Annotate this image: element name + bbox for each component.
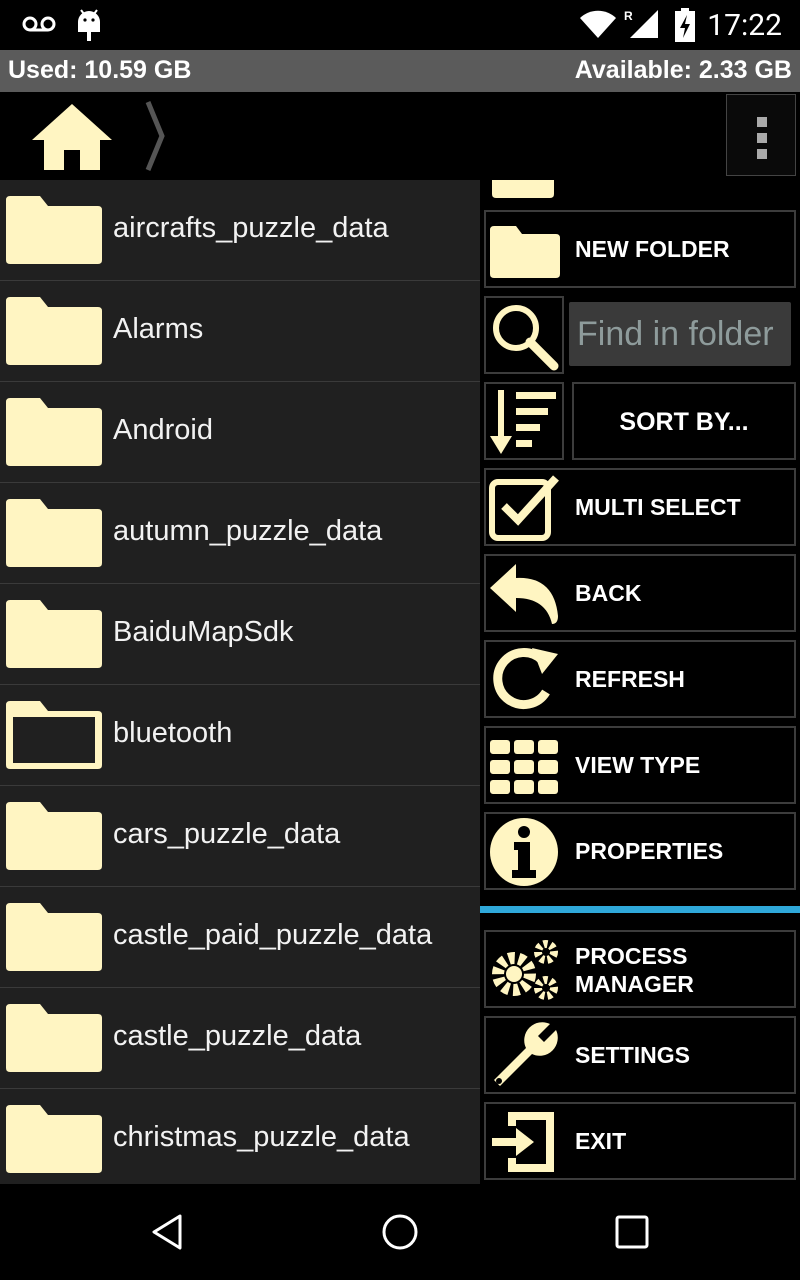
- back-arrow-icon: [490, 564, 558, 624]
- file-name: castle_puzzle_data: [113, 1020, 362, 1052]
- info-icon: [490, 818, 558, 886]
- menu-divider: [480, 906, 800, 913]
- storage-bar: Used: 10.59 GB Available: 2.33 GB: [0, 50, 800, 92]
- toolbar: [0, 92, 800, 180]
- list-item[interactable]: autumn_puzzle_data: [0, 483, 480, 584]
- partial-menu-icon: [492, 180, 554, 198]
- signal-roaming-icon: R: [624, 9, 658, 38]
- search-icon: [493, 305, 559, 371]
- back-button[interactable]: BACK: [484, 554, 796, 632]
- status-bar: R 17:22: [0, 0, 800, 50]
- list-item[interactable]: cars_puzzle_data: [0, 786, 480, 887]
- dot-icon: [757, 117, 767, 127]
- file-name: Alarms: [113, 313, 204, 345]
- file-name: autumn_puzzle_data: [113, 515, 383, 547]
- menu-label: VIEW TYPE: [575, 752, 701, 778]
- folder-icon: [6, 1004, 102, 1072]
- menu-label: BACK: [575, 580, 642, 606]
- menu-label: PROPERTIES: [575, 838, 724, 864]
- dot-icon: [757, 149, 767, 159]
- refresh-icon: [493, 648, 558, 709]
- gears-icon: [492, 940, 558, 1000]
- file-name: Android: [113, 414, 213, 446]
- dot-icon: [757, 133, 767, 143]
- battery-charging-icon: [675, 8, 695, 42]
- list-item[interactable]: aircrafts_puzzle_data: [0, 180, 480, 281]
- checkbox-icon: [489, 475, 559, 541]
- folder-icon: [6, 196, 102, 264]
- search-button[interactable]: [484, 296, 564, 374]
- menu-label: SETTINGS: [575, 1042, 691, 1068]
- file-name: christmas_puzzle_data: [113, 1121, 410, 1153]
- folder-icon: [6, 600, 102, 668]
- svg-text:R: R: [624, 9, 633, 23]
- overflow-menu-button[interactable]: [726, 94, 796, 176]
- used-storage: Used: 10.59 GB: [8, 56, 192, 84]
- exit-button[interactable]: EXIT: [484, 1102, 796, 1180]
- sort-by-button[interactable]: SORT BY...: [572, 382, 796, 460]
- grid-icon: [490, 740, 558, 794]
- folder-icon: [6, 1105, 102, 1173]
- file-name: castle_paid_puzzle_data: [113, 919, 433, 951]
- folder-icon: [6, 297, 102, 365]
- navigation-bar: [0, 1184, 800, 1280]
- home-icon[interactable]: [28, 100, 116, 174]
- folder-icon: [6, 398, 102, 466]
- list-item[interactable]: bluetooth: [0, 685, 480, 786]
- menu-label: NEW FOLDER: [575, 236, 730, 262]
- menu-label-line1: PROCESS: [575, 943, 688, 969]
- new-folder-icon: [490, 226, 560, 278]
- menu-label: MULTI SELECT: [575, 494, 741, 520]
- folder-icon: [6, 802, 102, 870]
- recents-nav-icon[interactable]: [614, 1214, 650, 1250]
- back-nav-icon[interactable]: [148, 1212, 188, 1252]
- wifi-icon: [580, 10, 616, 39]
- list-item[interactable]: castle_puzzle_data: [0, 988, 480, 1089]
- wrench-icon: [494, 1022, 558, 1086]
- breadcrumb-separator-icon: [145, 101, 165, 171]
- android-debug-icon: [78, 9, 100, 41]
- folder-icon: [6, 499, 102, 567]
- voicemail-icon: [22, 16, 56, 32]
- process-manager-button[interactable]: PROCESS MANAGER: [484, 930, 796, 1008]
- file-name: cars_puzzle_data: [113, 818, 341, 850]
- home-nav-icon[interactable]: [380, 1212, 420, 1252]
- settings-button[interactable]: SETTINGS: [484, 1016, 796, 1094]
- properties-button[interactable]: PROPERTIES: [484, 812, 796, 890]
- file-name: aircrafts_puzzle_data: [113, 212, 389, 244]
- list-item[interactable]: castle_paid_puzzle_data: [0, 887, 480, 988]
- exit-icon: [492, 1112, 554, 1172]
- sort-icon-button[interactable]: [484, 382, 564, 460]
- file-name: bluetooth: [113, 717, 233, 749]
- folder-outline-icon: [6, 701, 102, 769]
- sort-icon: [490, 390, 556, 454]
- refresh-button[interactable]: REFRESH: [484, 640, 796, 718]
- folder-icon: [6, 903, 102, 971]
- file-name: BaiduMapSdk: [113, 616, 294, 648]
- multi-select-button[interactable]: MULTI SELECT: [484, 468, 796, 546]
- list-item[interactable]: Android: [0, 382, 480, 483]
- list-item[interactable]: christmas_puzzle_data: [0, 1089, 480, 1184]
- clock: 17:22: [707, 8, 782, 43]
- file-list: aircrafts_puzzle_data Alarms Android aut…: [0, 180, 480, 1184]
- find-in-folder-input[interactable]: [569, 302, 791, 366]
- menu-label: EXIT: [575, 1128, 627, 1154]
- overflow-menu: NEW FOLDER SORT BY... MULTI SELECT: [480, 180, 800, 1184]
- list-item[interactable]: BaiduMapSdk: [0, 584, 480, 685]
- list-item[interactable]: Alarms: [0, 281, 480, 382]
- menu-label: REFRESH: [575, 666, 685, 692]
- available-storage: Available: 2.33 GB: [574, 56, 792, 84]
- new-folder-button[interactable]: NEW FOLDER: [484, 210, 796, 288]
- menu-label: SORT BY...: [619, 408, 749, 436]
- view-type-button[interactable]: VIEW TYPE: [484, 726, 796, 804]
- menu-label: PROCESS MANAGER: [575, 942, 694, 998]
- menu-label-line2: MANAGER: [575, 971, 694, 997]
